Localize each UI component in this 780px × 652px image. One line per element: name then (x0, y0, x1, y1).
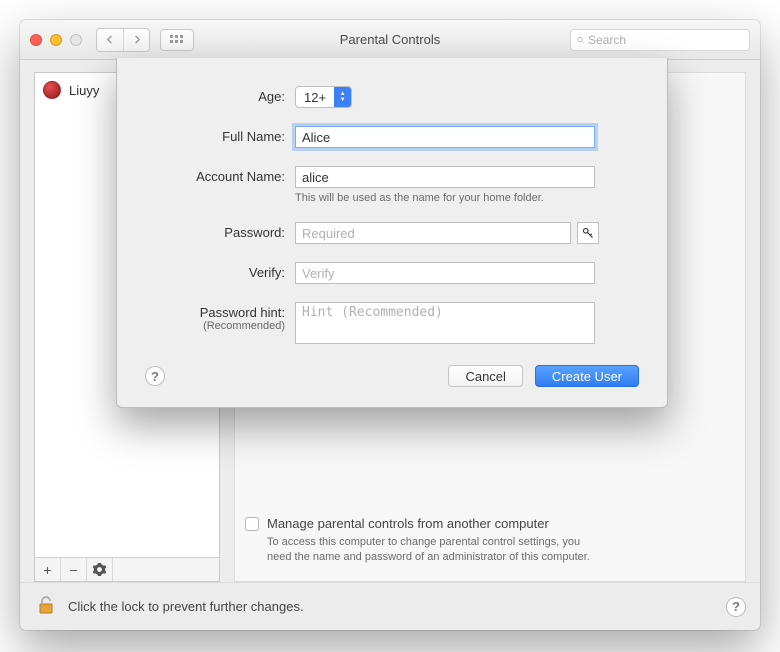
age-value: 12+ (296, 90, 334, 105)
stepper-arrows-icon: ▲▼ (334, 87, 351, 107)
account-name-label: Account Name: (145, 166, 295, 184)
preferences-window: Parental Controls Liuyy + − (20, 20, 760, 630)
action-menu-button[interactable] (87, 558, 113, 581)
create-user-button[interactable]: Create User (535, 365, 639, 387)
search-input[interactable] (588, 33, 743, 47)
show-all-button[interactable] (160, 29, 194, 51)
password-hint-label: Password hint: (Recommended) (145, 302, 295, 332)
sidebar-footer: + − (35, 557, 219, 581)
full-name-input[interactable] (295, 126, 595, 148)
manage-remote-label: Manage parental controls from another co… (267, 516, 549, 531)
user-name: Liuyy (69, 83, 99, 98)
help-button[interactable]: ? (726, 597, 746, 617)
full-name-label: Full Name: (145, 126, 295, 144)
age-select[interactable]: 12+ ▲▼ (295, 86, 352, 108)
password-label: Password: (145, 222, 295, 240)
account-name-hint: This will be used as the name for your h… (295, 192, 639, 204)
manage-remote-description: To access this computer to change parent… (267, 535, 607, 565)
key-icon (582, 227, 594, 239)
password-assistant-button[interactable] (577, 222, 599, 244)
lock-icon[interactable] (34, 593, 58, 620)
manage-remote-section: Manage parental controls from another co… (245, 516, 735, 565)
titlebar: Parental Controls (20, 20, 760, 60)
window-footer: Click the lock to prevent further change… (20, 582, 760, 630)
create-user-sheet: Age: 12+ ▲▼ Full Name: Account Name: Thi… (116, 58, 668, 408)
account-name-input[interactable] (295, 166, 595, 188)
verify-input[interactable] (295, 262, 595, 284)
forward-button[interactable] (123, 29, 149, 51)
zoom-window-button[interactable] (70, 34, 82, 46)
close-window-button[interactable] (30, 34, 42, 46)
traffic-lights (30, 34, 82, 46)
verify-label: Verify: (145, 262, 295, 280)
search-icon (577, 34, 584, 46)
manage-remote-checkbox[interactable] (245, 517, 259, 531)
search-field-wrap[interactable] (570, 29, 750, 51)
minimize-window-button[interactable] (50, 34, 62, 46)
remove-user-button[interactable]: − (61, 558, 87, 581)
nav-back-forward (96, 28, 150, 52)
back-button[interactable] (97, 29, 123, 51)
gear-icon (93, 563, 106, 576)
avatar (43, 81, 61, 99)
sheet-help-button[interactable]: ? (145, 366, 165, 386)
password-input[interactable] (295, 222, 571, 244)
lock-text: Click the lock to prevent further change… (68, 599, 304, 614)
cancel-button[interactable]: Cancel (448, 365, 522, 387)
age-label: Age: (145, 86, 295, 104)
add-user-button[interactable]: + (35, 558, 61, 581)
password-hint-input[interactable] (295, 302, 595, 344)
